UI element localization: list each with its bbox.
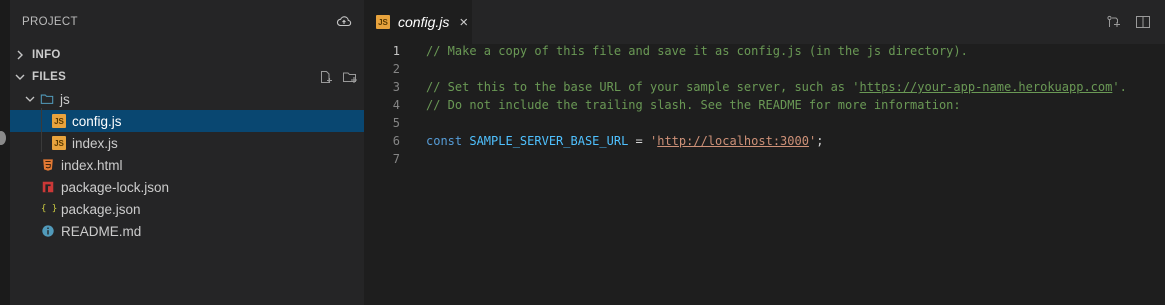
code-line: 1 // Make a copy of this file and save i…: [364, 42, 1165, 60]
line-number: 4: [392, 98, 400, 112]
line-number: 1: [392, 44, 400, 58]
code-comment: // Do not include the trailing slash. Se…: [426, 98, 961, 112]
constant-name: SAMPLE_SERVER_BASE_URL: [469, 134, 629, 148]
editor-actions: [1105, 14, 1151, 30]
comment-text: // Set this to the base URL of your samp…: [426, 80, 860, 94]
code-line: 6 const SAMPLE_SERVER_BASE_URL = 'http:/…: [364, 132, 1165, 150]
code-line: 2: [364, 60, 1165, 78]
split-editor-icon[interactable]: [1135, 14, 1151, 30]
javascript-file-icon: JS: [52, 136, 66, 150]
code-comment: // Make a copy of this file and save it …: [426, 44, 968, 58]
javascript-file-icon: JS: [376, 15, 390, 29]
tree-label: index.html: [61, 157, 123, 173]
open-changes-icon[interactable]: [1105, 14, 1121, 30]
json-file-icon: { }: [41, 204, 58, 214]
code-line: 4 // Do not include the trailing slash. …: [364, 96, 1165, 114]
line-number: 7: [392, 152, 400, 166]
section-files-label: FILES: [32, 71, 67, 83]
tab-close-button[interactable]: ×: [459, 15, 468, 30]
comment-link[interactable]: https://your-app-name.herokuapp.com: [859, 80, 1112, 94]
javascript-file-icon: JS: [52, 114, 66, 128]
line-number: 2: [392, 62, 400, 76]
chevron-down-icon: [25, 96, 35, 102]
tree-label: README.md: [61, 223, 142, 239]
tree-folder-js[interactable]: js: [10, 88, 364, 110]
line-number: 3: [392, 80, 400, 94]
tree-file-readme[interactable]: README.md: [10, 220, 364, 242]
new-file-icon[interactable]: [318, 69, 334, 85]
info-icon: [42, 225, 54, 237]
tab-title: config.js: [398, 14, 450, 30]
sidebar-title: PROJECT: [22, 16, 78, 28]
tree-file-package-json[interactable]: { } package.json: [10, 198, 364, 220]
tree-file-index-js[interactable]: JS index.js: [10, 132, 364, 154]
code-statement: const SAMPLE_SERVER_BASE_URL = 'http://l…: [426, 134, 823, 148]
operator: =: [628, 134, 650, 148]
tree-label: index.js: [72, 135, 118, 151]
indent-guide: [41, 108, 42, 152]
npm-icon: [42, 181, 54, 193]
tree-file-config-js[interactable]: JS config.js: [10, 110, 364, 132]
line-number: 6: [392, 134, 400, 148]
tab-bar: JS config.js ×: [364, 0, 1165, 44]
tree-label: js: [60, 91, 70, 107]
sidebar: PROJECT INFO FILES js JS config.js JS in…: [10, 0, 364, 305]
editor-pane: JS config.js × 1 // Make a copy of this …: [364, 0, 1165, 305]
code-line: 5: [364, 114, 1165, 132]
section-info-label: INFO: [32, 49, 61, 61]
folder-open-icon: [40, 94, 54, 104]
tree-label: package-lock.json: [61, 179, 170, 195]
new-folder-icon[interactable]: [342, 69, 358, 85]
html5-icon: [43, 159, 53, 171]
code-line: 7: [364, 150, 1165, 168]
chevron-down-icon: [15, 74, 25, 80]
code-line: 3 // Set this to the base URL of your sa…: [364, 78, 1165, 96]
cloud-upload-icon[interactable]: [336, 13, 352, 32]
string-url[interactable]: http://localhost:3000: [657, 134, 809, 148]
chevron-right-icon: [17, 50, 23, 60]
sidebar-header: PROJECT: [10, 0, 364, 44]
tab-config-js[interactable]: JS config.js ×: [364, 0, 472, 44]
code-editor[interactable]: 1 // Make a copy of this file and save i…: [364, 42, 1165, 168]
tree-label: package.json: [61, 201, 141, 217]
semicolon: ;: [816, 134, 824, 148]
files-actions: [318, 69, 358, 85]
comment-text: '.: [1112, 80, 1127, 94]
section-info[interactable]: INFO: [10, 44, 364, 66]
tree-file-index-html[interactable]: index.html: [10, 154, 364, 176]
line-number: 5: [392, 116, 400, 130]
tree-label: config.js: [72, 113, 122, 129]
code-comment: // Set this to the base URL of your samp…: [426, 80, 1127, 94]
editor-window: PROJECT INFO FILES js JS config.js JS in…: [0, 0, 1165, 305]
keyword: const: [426, 134, 463, 148]
tree-file-package-lock[interactable]: package-lock.json: [10, 176, 364, 198]
section-files[interactable]: FILES: [10, 66, 364, 88]
